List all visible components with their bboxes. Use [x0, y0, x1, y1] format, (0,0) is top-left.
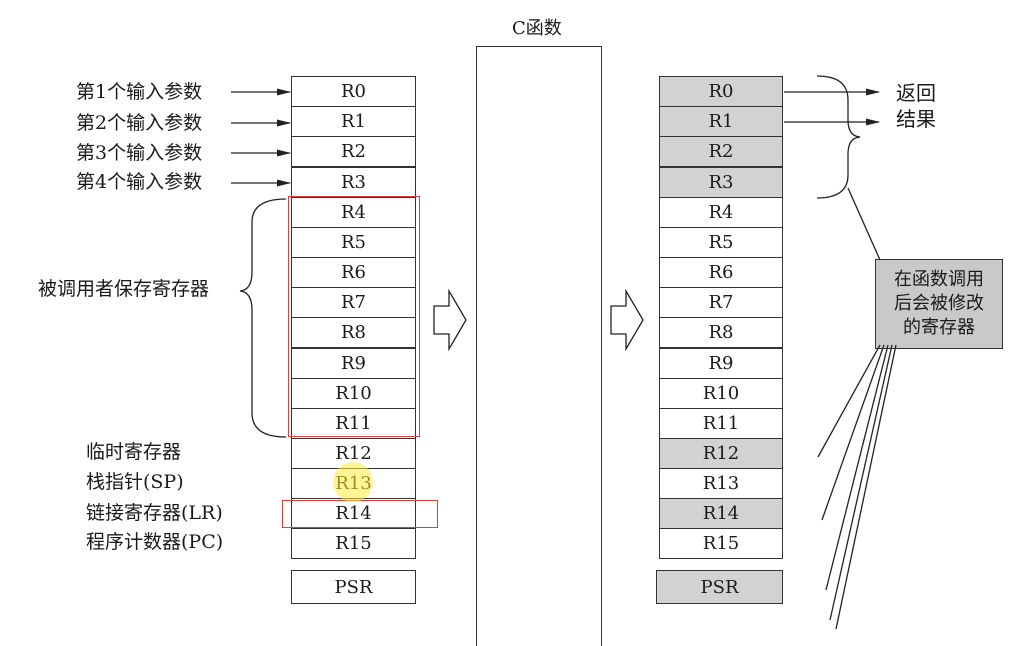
block-arrow-right — [610, 288, 644, 352]
brace-to-callout-line — [847, 187, 881, 261]
callout-pointer-5 — [835, 344, 897, 629]
callout-pointer-3 — [825, 344, 889, 591]
callout-pointer-4 — [829, 344, 893, 621]
block-arrow-left — [433, 288, 467, 352]
callee-saved-brace — [239, 198, 287, 438]
connector-lines — [231, 75, 897, 629]
r0-r3-brace — [816, 75, 861, 199]
